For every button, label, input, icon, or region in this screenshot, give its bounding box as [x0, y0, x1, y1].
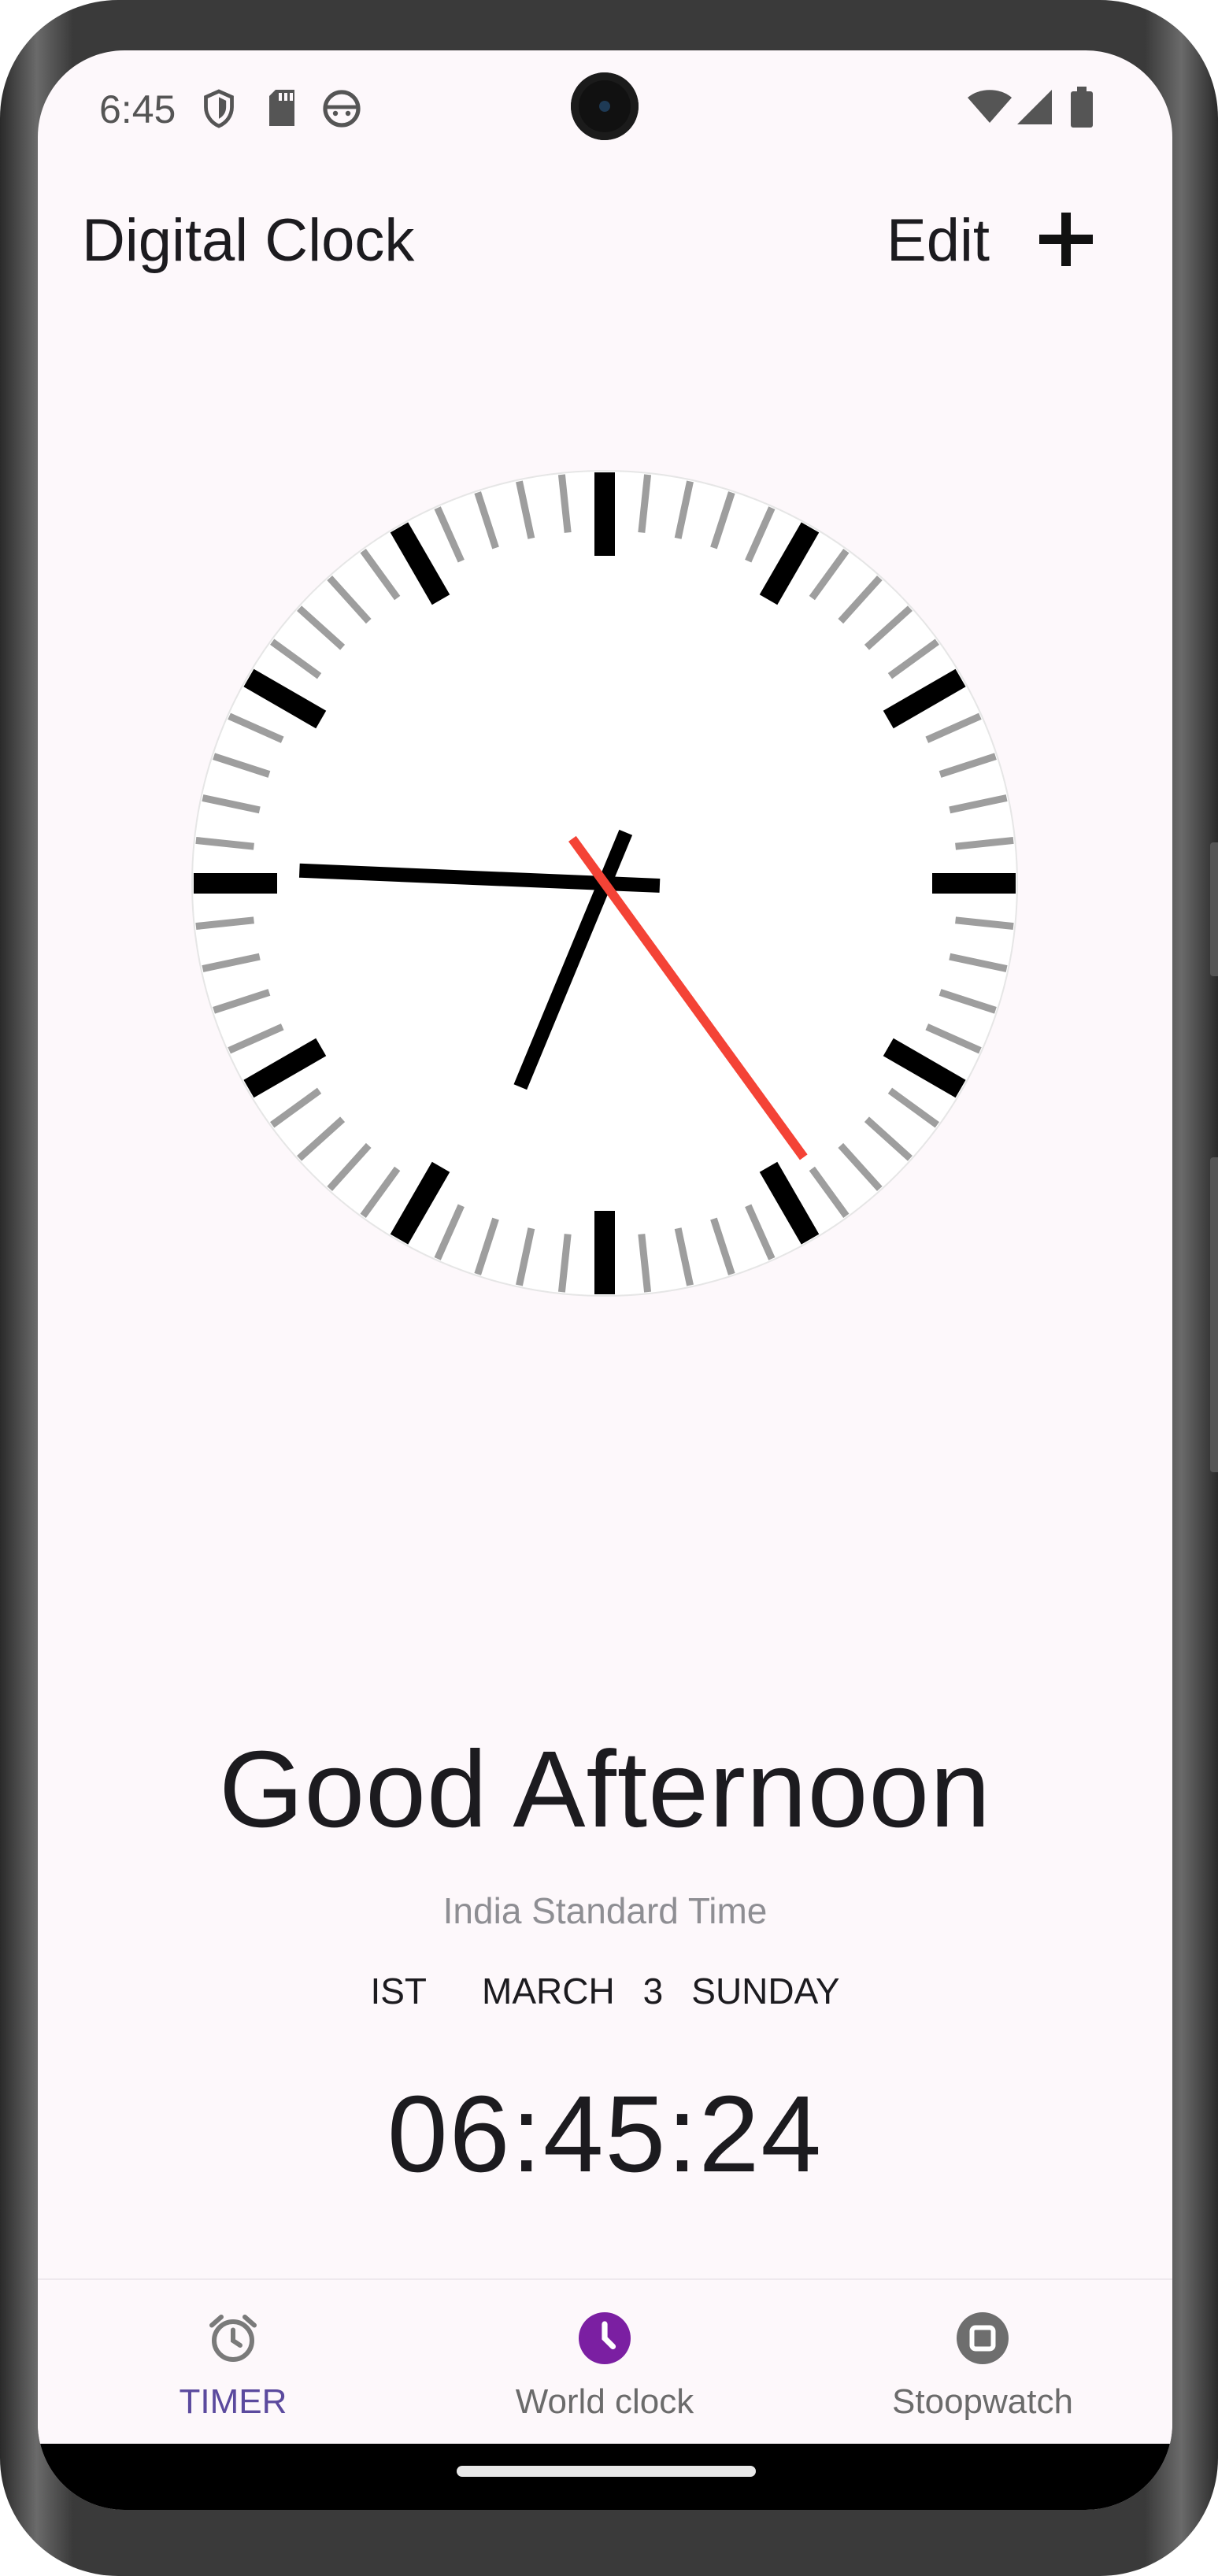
screen: 6:45 Digital Clock Edit Good Afternoon I…	[38, 50, 1172, 2510]
timezone-name: India Standard Time	[442, 1890, 768, 1931]
stop-icon	[957, 2312, 1009, 2364]
nav-label-stopwatch: Stoopwatch	[892, 2382, 1073, 2421]
date-weekday: SUNDAY	[691, 1971, 840, 2012]
edit-button[interactable]: Edit	[887, 206, 990, 275]
nav-item-stopwatch[interactable]: Stoopwatch	[825, 2280, 1140, 2445]
phone-frame: 6:45 Digital Clock Edit Good Afternoon I…	[0, 0, 1218, 2576]
home-indicator[interactable]	[457, 2466, 756, 2477]
date-month: MARCH	[482, 1971, 615, 2012]
volume-button	[1210, 842, 1218, 976]
bottom-navigation: TIMER World clock Stoopwatch	[38, 2278, 1172, 2445]
nav-label-world-clock: World clock	[515, 2382, 694, 2421]
timezone-abbr: IST	[370, 1971, 427, 2012]
date-day: 3	[642, 1971, 664, 2012]
status-time: 6:45	[99, 87, 176, 131]
date-line: IST MARCH 3 SUNDAY	[38, 1970, 1172, 2012]
gesture-bar	[38, 2444, 1172, 2510]
battery-icon	[1071, 87, 1093, 128]
nav-label-timer: TIMER	[179, 2382, 287, 2421]
shield-icon	[204, 89, 234, 128]
digital-time: 06:45:24	[387, 2074, 824, 2195]
signal-icon	[1017, 90, 1052, 124]
android-face-icon	[323, 90, 361, 128]
wifi-icon	[968, 90, 1012, 123]
sd-card-icon	[269, 90, 294, 126]
greeting-text: Good Afternoon	[219, 1729, 991, 1850]
power-button	[1210, 1157, 1218, 1472]
front-camera	[571, 72, 639, 140]
nav-item-timer[interactable]: TIMER	[76, 2280, 391, 2445]
nav-item-world-clock[interactable]: World clock	[447, 2280, 762, 2445]
status-bar: 6:45	[38, 50, 1172, 168]
plus-icon[interactable]	[1035, 208, 1098, 271]
alarm-clock-icon	[209, 2315, 257, 2362]
analog-clock	[191, 470, 1018, 1297]
app-title: Digital Clock	[82, 207, 415, 274]
clock-icon	[579, 2312, 631, 2364]
